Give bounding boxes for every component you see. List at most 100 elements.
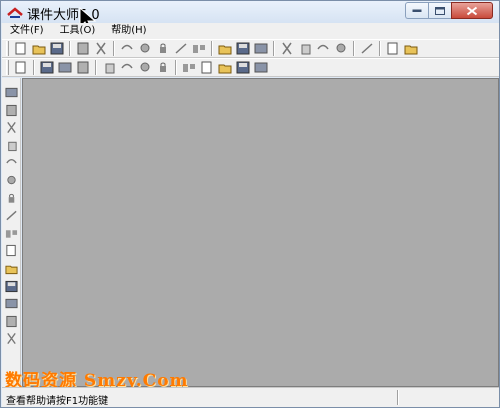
arrow-tool-icon	[404, 45, 418, 55]
input-field-tool[interactable]	[3, 225, 19, 242]
design-canvas[interactable]	[22, 78, 499, 387]
align-left-button[interactable]	[180, 60, 198, 76]
sound-tool[interactable]	[3, 190, 19, 207]
cut-icon	[121, 44, 133, 50]
align-center-button[interactable]	[198, 60, 216, 76]
cut-button[interactable]	[118, 41, 136, 57]
toolbar-separator	[33, 60, 35, 75]
grid-icon	[336, 43, 346, 53]
rectangle-tool[interactable]	[3, 242, 19, 259]
layer-down-icon	[160, 62, 166, 72]
new-file-icon	[15, 42, 26, 55]
status-bar: 查看帮助请按F1功能键	[2, 387, 499, 407]
copy-button[interactable]	[136, 41, 154, 57]
status-text: 查看帮助请按F1功能键	[6, 396, 109, 407]
toolbar-separator	[211, 41, 213, 56]
distribute-button[interactable]	[252, 60, 270, 76]
image-link-tool[interactable]	[3, 330, 19, 347]
save-as-icon	[77, 42, 89, 55]
frame-button[interactable]	[38, 60, 56, 76]
link-icon	[236, 42, 250, 55]
chart-tool[interactable]	[3, 207, 19, 224]
new-file-button[interactable]	[12, 41, 30, 57]
frame-alt-icon	[58, 62, 72, 73]
layer-down-button[interactable]	[154, 60, 172, 76]
grid-button[interactable]	[332, 41, 350, 57]
text-tool-tool[interactable]	[3, 102, 19, 119]
app-window: 课件大师5.0 文件(F) 工具(O) 帮助(H) 数码资源 Smzy.Com …	[0, 0, 500, 408]
layer-up-icon	[140, 62, 150, 72]
preview-button[interactable]	[358, 41, 376, 57]
minimize-icon	[412, 9, 422, 12]
pointer-tool[interactable]	[3, 84, 19, 101]
picture-tool[interactable]	[3, 137, 19, 154]
align-center-icon	[201, 61, 212, 74]
align-top-button[interactable]	[216, 60, 234, 76]
frame-alt-button[interactable]	[56, 60, 74, 76]
note-tool[interactable]	[3, 295, 19, 312]
link-button[interactable]	[234, 41, 252, 57]
layer-up-button[interactable]	[136, 60, 154, 76]
text-cursor-icon	[6, 122, 16, 134]
arrow-tool-button[interactable]	[402, 41, 420, 57]
toolbar-separator	[353, 41, 355, 56]
align-bottom-button[interactable]	[234, 60, 252, 76]
save-as-button[interactable]	[74, 41, 92, 57]
label-tool[interactable]	[3, 313, 19, 330]
toolbar-separator	[69, 41, 71, 56]
note-icon	[4, 298, 18, 309]
properties-icon	[282, 42, 292, 55]
properties-button[interactable]	[278, 41, 296, 57]
group-icon	[317, 44, 329, 50]
image-frame-tool[interactable]	[3, 154, 19, 171]
minimize-button[interactable]	[405, 2, 428, 19]
rotate-icon	[4, 265, 18, 275]
toolbar-grip[interactable]	[6, 41, 9, 56]
print-button[interactable]	[92, 41, 110, 57]
menu-tools[interactable]: 工具(O)	[52, 23, 104, 39]
title-bar[interactable]: 课件大师5.0	[1, 1, 499, 32]
sound-icon	[8, 193, 14, 203]
text-box-button[interactable]	[74, 60, 92, 76]
open-folder-button[interactable]	[30, 41, 48, 57]
lock-button[interactable]	[252, 41, 270, 57]
rotate-tool[interactable]	[3, 260, 19, 277]
label-icon	[5, 315, 17, 327]
paste-button[interactable]	[154, 41, 172, 57]
delete-icon	[193, 45, 205, 53]
film-tool[interactable]	[3, 172, 19, 189]
rectangle-icon	[5, 245, 16, 257]
layer-front-button[interactable]	[100, 60, 118, 76]
toolbar-separator	[175, 60, 177, 75]
app-logo-icon	[7, 7, 23, 18]
close-icon	[466, 6, 478, 15]
layer-back-button[interactable]	[118, 60, 136, 76]
objects-button[interactable]	[296, 41, 314, 57]
input-field-icon	[5, 230, 17, 238]
layer-front-icon	[105, 63, 115, 74]
save-button[interactable]	[48, 41, 66, 57]
chart-icon	[5, 210, 17, 221]
lock-icon	[254, 43, 268, 54]
paste-icon	[160, 43, 166, 53]
pen-button[interactable]	[384, 41, 402, 57]
format-toolbar	[2, 58, 499, 77]
distribute-icon	[254, 62, 268, 73]
page-button[interactable]	[12, 60, 30, 76]
text-cursor-tool[interactable]	[3, 119, 19, 136]
objects-icon	[301, 44, 311, 55]
toolbar-grip[interactable]	[6, 60, 9, 75]
shapes-tool[interactable]	[3, 278, 19, 295]
menu-help[interactable]: 帮助(H)	[103, 23, 154, 39]
maximize-button[interactable]	[428, 2, 451, 19]
group-button[interactable]	[314, 41, 332, 57]
undo-button[interactable]	[172, 41, 190, 57]
toolbar-separator	[379, 41, 381, 56]
pointer-icon	[4, 87, 18, 98]
delete-button[interactable]	[190, 41, 208, 57]
undo-icon	[175, 43, 187, 54]
shapes-icon	[4, 280, 18, 292]
menu-file[interactable]: 文件(F)	[2, 23, 52, 39]
import-button[interactable]	[216, 41, 234, 57]
close-button[interactable]	[451, 2, 493, 19]
